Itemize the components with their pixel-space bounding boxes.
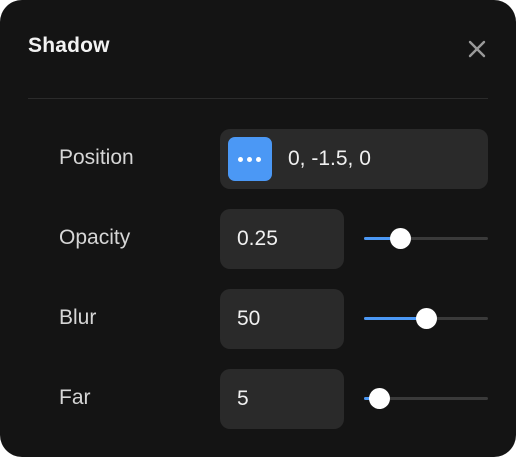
blur-input[interactable]: 50 bbox=[220, 289, 344, 349]
far-value: 5 bbox=[237, 387, 249, 410]
panel-title: Shadow bbox=[28, 34, 110, 57]
opacity-label: Opacity bbox=[59, 226, 131, 249]
position-label: Position bbox=[59, 146, 134, 169]
position-value: 0, -1.5, 0 bbox=[288, 147, 371, 170]
position-more-button[interactable] bbox=[228, 137, 272, 181]
blur-value: 50 bbox=[237, 307, 261, 330]
close-icon[interactable] bbox=[466, 38, 488, 60]
shadow-panel: Shadow Position 0, -1.5, 0 Opacity 0.25 … bbox=[0, 0, 516, 457]
position-field[interactable]: 0, -1.5, 0 bbox=[220, 129, 488, 189]
blur-label: Blur bbox=[59, 306, 97, 329]
panel-header: Shadow bbox=[28, 0, 488, 99]
opacity-input[interactable]: 0.25 bbox=[220, 209, 344, 269]
far-input[interactable]: 5 bbox=[220, 369, 344, 429]
slider-thumb[interactable] bbox=[416, 308, 437, 329]
slider-thumb[interactable] bbox=[369, 388, 390, 409]
far-slider[interactable] bbox=[364, 387, 488, 411]
more-dots-icon bbox=[238, 157, 243, 162]
far-label: Far bbox=[59, 386, 91, 409]
blur-slider[interactable] bbox=[364, 307, 488, 331]
opacity-slider[interactable] bbox=[364, 227, 488, 251]
opacity-value: 0.25 bbox=[237, 227, 278, 250]
slider-thumb[interactable] bbox=[390, 228, 411, 249]
